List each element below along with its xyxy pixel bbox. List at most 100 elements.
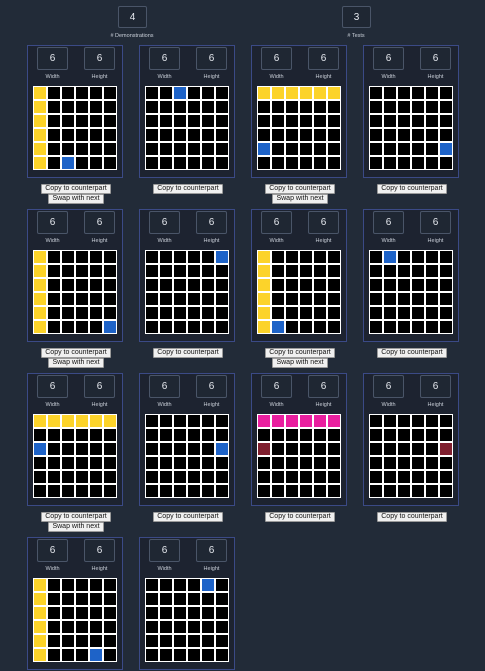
grid-cell[interactable]	[89, 320, 103, 334]
grid-cell[interactable]	[47, 306, 61, 320]
grid-cell[interactable]	[271, 100, 285, 114]
grid-cell[interactable]	[313, 128, 327, 142]
grid-cell[interactable]	[215, 620, 229, 634]
demonstrations-count-input[interactable]: 4	[118, 6, 147, 28]
grid-cell[interactable]	[397, 456, 411, 470]
grid-cell[interactable]	[285, 292, 299, 306]
grid-cell[interactable]	[89, 592, 103, 606]
grid-cell[interactable]	[159, 620, 173, 634]
grid-cell[interactable]	[187, 484, 201, 498]
pixel-grid[interactable]	[257, 250, 341, 334]
grid-cell[interactable]	[313, 292, 327, 306]
grid-cell[interactable]	[187, 620, 201, 634]
grid-cell[interactable]	[159, 414, 173, 428]
grid-cell[interactable]	[89, 620, 103, 634]
grid-cell[interactable]	[173, 128, 187, 142]
grid-cell[interactable]	[215, 278, 229, 292]
grid-cell[interactable]	[327, 306, 341, 320]
grid-cell[interactable]	[173, 634, 187, 648]
grid-cell[interactable]	[103, 292, 117, 306]
grid-cell[interactable]	[173, 86, 187, 100]
grid-cell[interactable]	[439, 456, 453, 470]
grid-cell[interactable]	[369, 156, 383, 170]
grid-cell[interactable]	[103, 484, 117, 498]
grid-cell[interactable]	[439, 128, 453, 142]
grid-cell[interactable]	[425, 128, 439, 142]
grid-cell[interactable]	[61, 264, 75, 278]
swap-with-next-button[interactable]: Swap with next	[48, 522, 104, 532]
height-input[interactable]: 6	[84, 375, 115, 398]
copy-to-counterpart-button[interactable]: Copy to counterpart	[153, 348, 223, 358]
grid-cell[interactable]	[103, 264, 117, 278]
pixel-grid[interactable]	[33, 578, 117, 662]
grid-cell[interactable]	[439, 292, 453, 306]
grid-cell[interactable]	[187, 320, 201, 334]
grid-cell[interactable]	[327, 264, 341, 278]
grid-cell[interactable]	[187, 456, 201, 470]
grid-cell[interactable]	[313, 484, 327, 498]
grid-cell[interactable]	[397, 142, 411, 156]
grid-cell[interactable]	[327, 86, 341, 100]
height-input[interactable]: 6	[308, 211, 339, 234]
pixel-grid[interactable]	[257, 414, 341, 498]
grid-cell[interactable]	[103, 414, 117, 428]
grid-cell[interactable]	[173, 620, 187, 634]
grid-cell[interactable]	[103, 156, 117, 170]
grid-cell[interactable]	[201, 86, 215, 100]
height-input[interactable]: 6	[308, 375, 339, 398]
grid-cell[interactable]	[33, 442, 47, 456]
grid-cell[interactable]	[33, 428, 47, 442]
grid-cell[interactable]	[47, 128, 61, 142]
grid-cell[interactable]	[425, 114, 439, 128]
grid-cell[interactable]	[47, 114, 61, 128]
copy-to-counterpart-button[interactable]: Copy to counterpart	[377, 184, 447, 194]
grid-cell[interactable]	[439, 414, 453, 428]
grid-cell[interactable]	[271, 250, 285, 264]
grid-cell[interactable]	[327, 428, 341, 442]
grid-cell[interactable]	[215, 442, 229, 456]
grid-cell[interactable]	[299, 264, 313, 278]
grid-cell[interactable]	[313, 264, 327, 278]
height-input[interactable]: 6	[420, 211, 451, 234]
grid-cell[interactable]	[159, 100, 173, 114]
pixel-grid[interactable]	[145, 250, 229, 334]
grid-cell[interactable]	[215, 606, 229, 620]
grid-cell[interactable]	[411, 470, 425, 484]
grid-cell[interactable]	[159, 648, 173, 662]
grid-cell[interactable]	[425, 156, 439, 170]
grid-cell[interactable]	[271, 86, 285, 100]
grid-cell[interactable]	[75, 484, 89, 498]
grid-cell[interactable]	[61, 250, 75, 264]
width-input[interactable]: 6	[261, 375, 292, 398]
grid-cell[interactable]	[215, 634, 229, 648]
grid-cell[interactable]	[159, 128, 173, 142]
grid-cell[interactable]	[271, 320, 285, 334]
grid-cell[interactable]	[383, 470, 397, 484]
grid-cell[interactable]	[257, 442, 271, 456]
swap-with-next-button[interactable]: Swap with next	[48, 358, 104, 368]
grid-cell[interactable]	[369, 250, 383, 264]
grid-cell[interactable]	[159, 578, 173, 592]
grid-cell[interactable]	[89, 456, 103, 470]
grid-cell[interactable]	[439, 428, 453, 442]
grid-cell[interactable]	[271, 470, 285, 484]
copy-to-counterpart-button[interactable]: Copy to counterpart	[153, 512, 223, 522]
grid-cell[interactable]	[75, 592, 89, 606]
grid-cell[interactable]	[257, 278, 271, 292]
width-input[interactable]: 6	[37, 47, 68, 70]
grid-cell[interactable]	[411, 278, 425, 292]
grid-cell[interactable]	[173, 470, 187, 484]
grid-cell[interactable]	[425, 306, 439, 320]
grid-cell[interactable]	[313, 456, 327, 470]
width-input[interactable]: 6	[373, 47, 404, 70]
grid-cell[interactable]	[33, 606, 47, 620]
grid-cell[interactable]	[89, 634, 103, 648]
grid-cell[interactable]	[173, 428, 187, 442]
grid-cell[interactable]	[187, 442, 201, 456]
grid-cell[interactable]	[159, 292, 173, 306]
grid-cell[interactable]	[159, 156, 173, 170]
pixel-grid[interactable]	[257, 86, 341, 170]
grid-cell[interactable]	[187, 592, 201, 606]
grid-cell[interactable]	[61, 100, 75, 114]
grid-cell[interactable]	[439, 264, 453, 278]
